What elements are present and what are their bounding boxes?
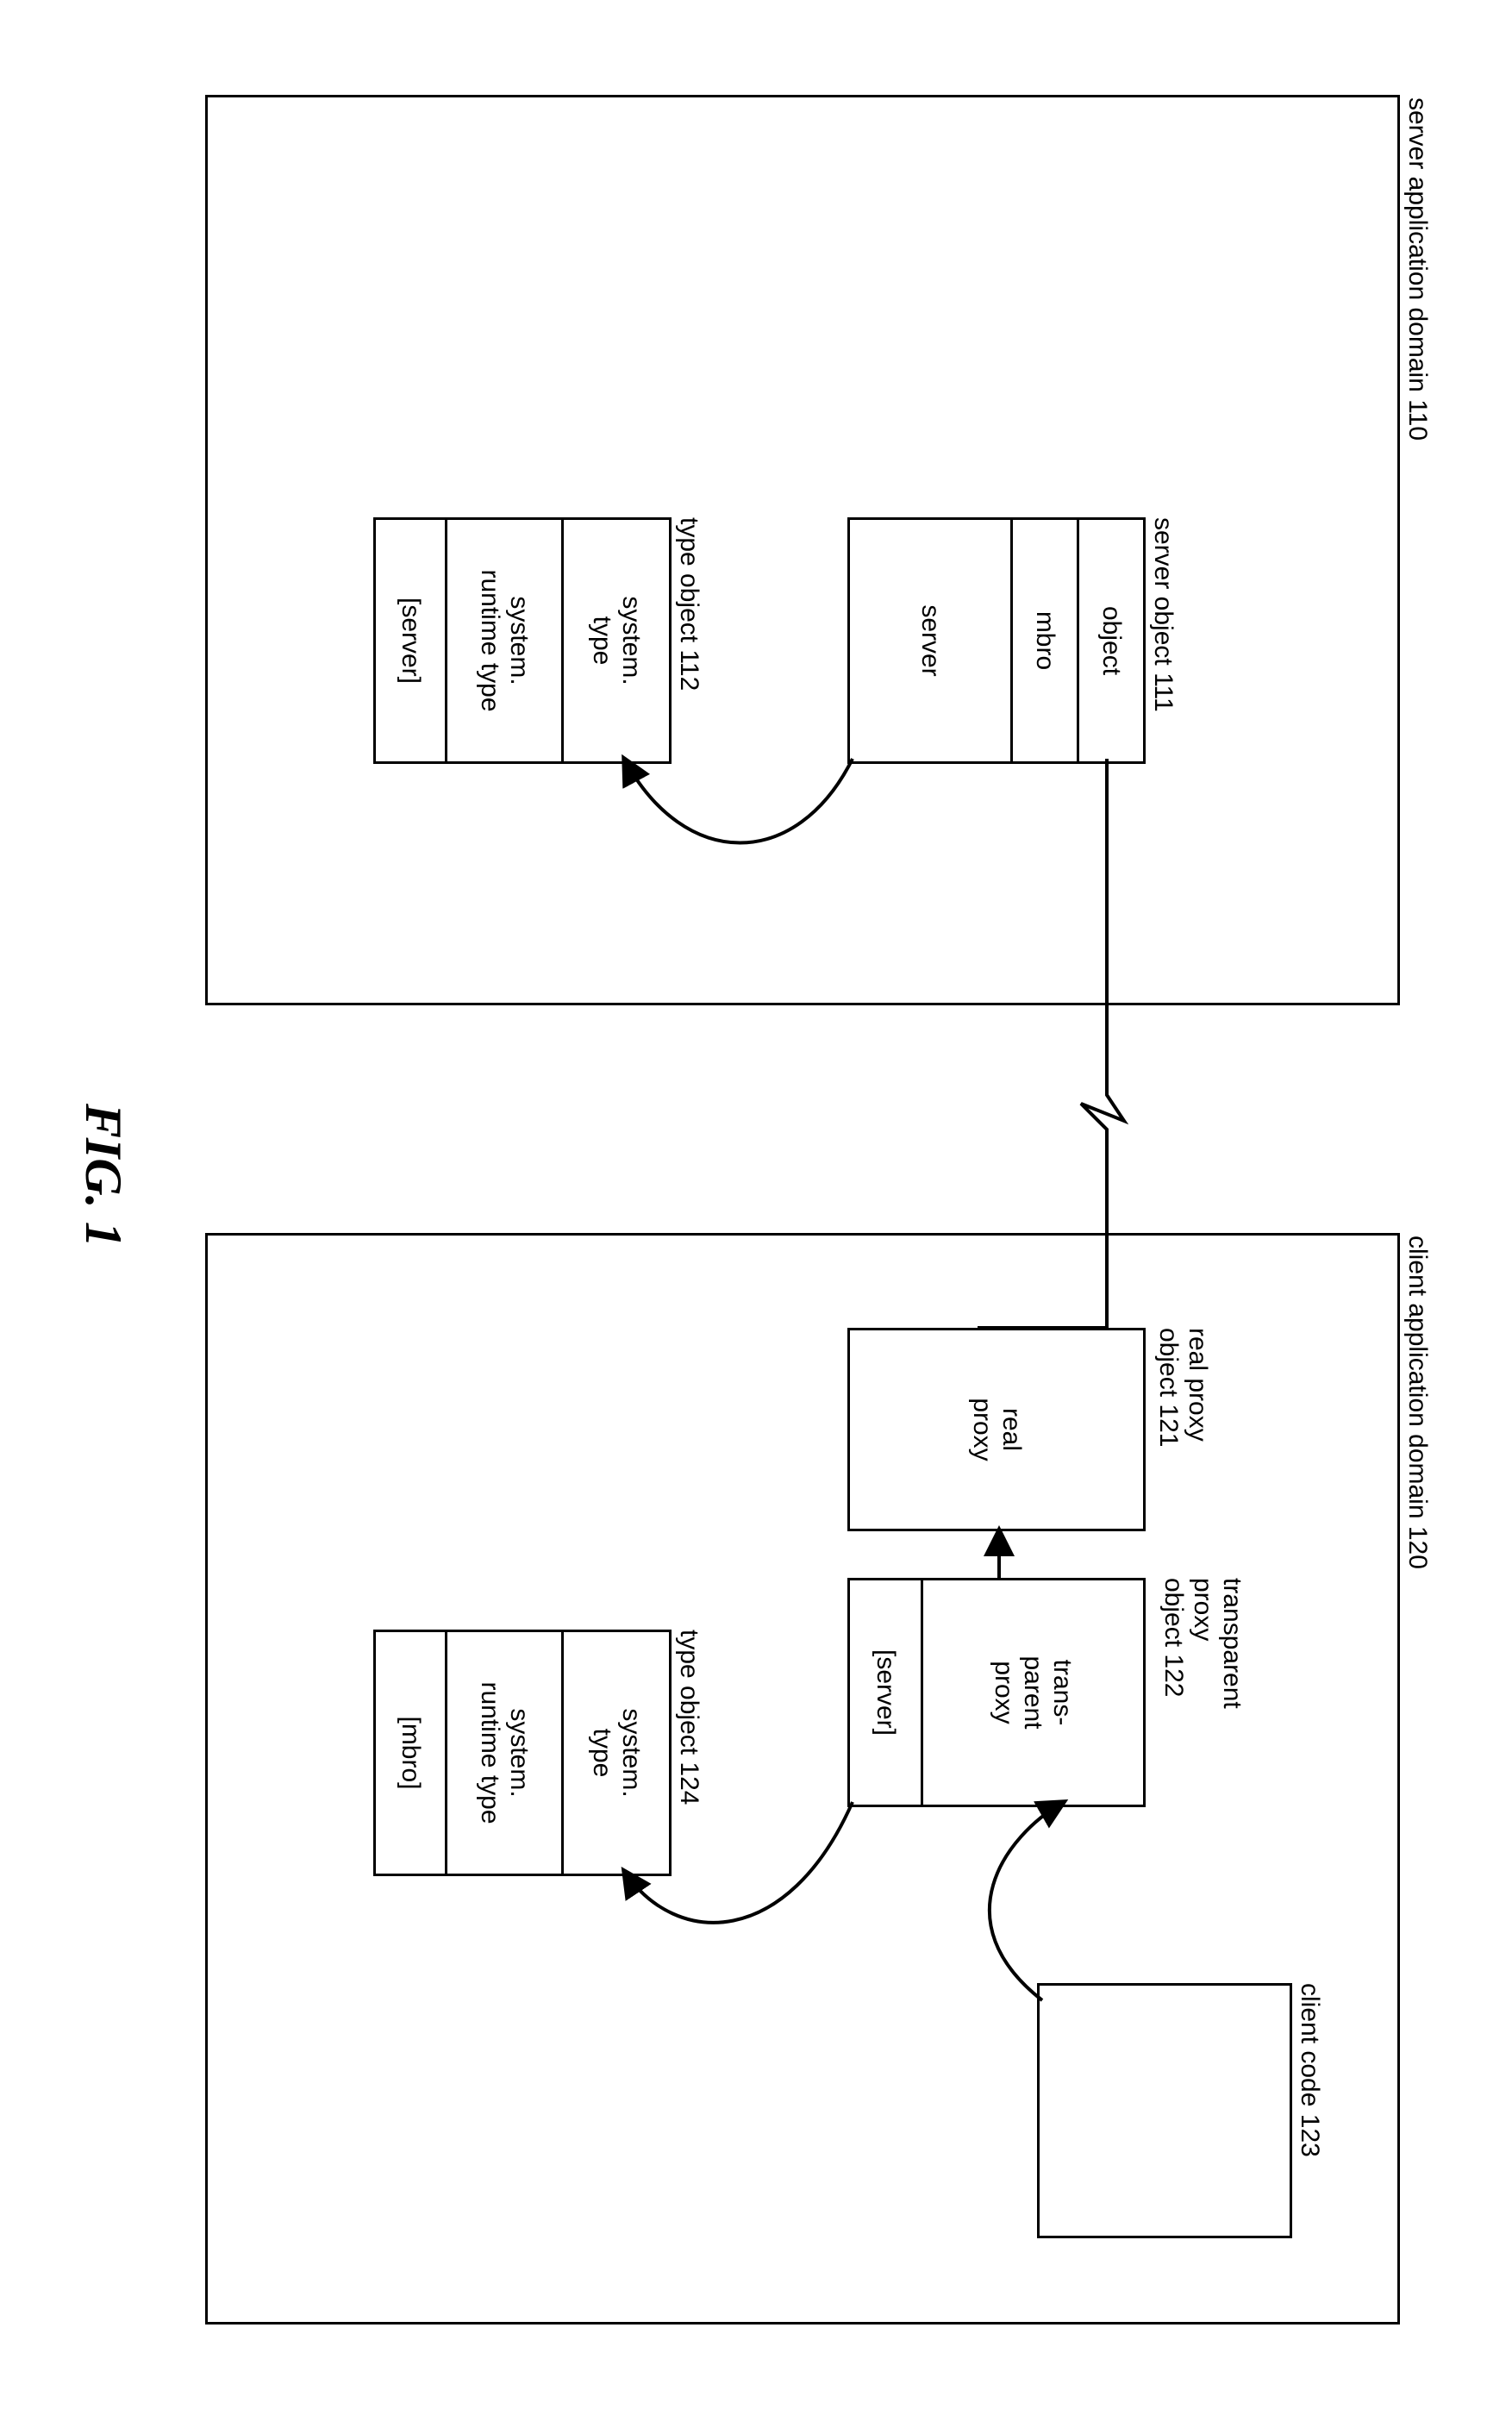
server-type-row-1: system. runtime type: [445, 520, 561, 761]
server-object-row-1: mbro: [1010, 520, 1077, 761]
server-object-label: server object 111: [1148, 517, 1178, 712]
trans-proxy-box: trans- parent proxy [server]: [847, 1578, 1146, 1807]
client-type-object-box: system. type system. runtime type [mbro]: [373, 1630, 672, 1876]
real-proxy-box: real proxy: [847, 1328, 1146, 1531]
server-type-object-label: type object 112: [674, 517, 703, 691]
real-proxy-label: real proxy object 121: [1153, 1328, 1212, 1447]
server-type-object-box: system. type system. runtime type [serve…: [373, 517, 672, 764]
client-type-object-label: type object 124: [674, 1630, 703, 1805]
client-type-row-2: [mbro]: [376, 1632, 445, 1874]
server-type-row-0: system. type: [561, 520, 669, 761]
real-proxy-row-0: real proxy: [850, 1330, 1143, 1529]
server-object-box: object mbro server: [847, 517, 1146, 764]
client-domain-title: client application domain 120: [1403, 1236, 1432, 1569]
trans-proxy-row-1: [server]: [850, 1580, 921, 1805]
client-code-row-0: [1040, 1986, 1290, 2236]
trans-proxy-row-0: trans- parent proxy: [921, 1580, 1143, 1805]
client-code-box: [1037, 1983, 1292, 2238]
server-object-row-2: server: [850, 520, 1010, 761]
trans-proxy-label: transparent proxy object 122: [1159, 1578, 1246, 1709]
server-domain-title: server application domain 110: [1403, 97, 1432, 441]
server-object-row-0: object: [1077, 520, 1143, 761]
client-type-row-0: system. type: [561, 1632, 669, 1874]
figure-caption: FIG. 1: [73, 1104, 133, 1248]
client-code-label: client code 123: [1295, 1983, 1324, 2157]
client-type-row-1: system. runtime type: [445, 1632, 561, 1874]
server-type-row-2: [server]: [376, 520, 445, 761]
